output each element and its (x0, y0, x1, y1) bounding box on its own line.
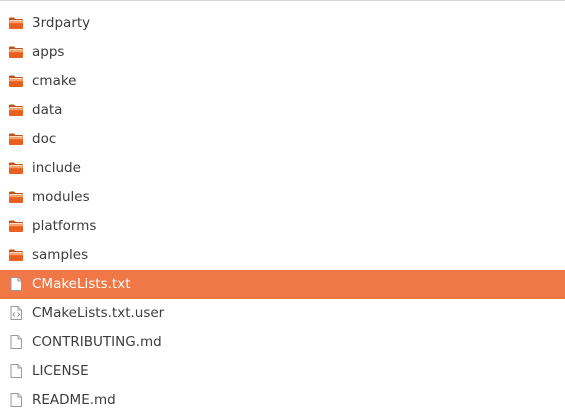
folder-icon (8, 102, 24, 118)
folder-icon (8, 15, 24, 31)
folder-icon (8, 131, 24, 147)
file-row-modules[interactable]: modules (0, 183, 565, 212)
file-name: CMakeLists.txt (32, 276, 131, 292)
file-row-license[interactable]: LICENSE (0, 357, 565, 386)
file-list: 3rdparty apps cmake data doc include mod… (0, 0, 565, 413)
xml-file-icon (8, 305, 24, 321)
file-row-cmake[interactable]: cmake (0, 67, 565, 96)
file-row-doc[interactable]: doc (0, 125, 565, 154)
folder-icon (8, 218, 24, 234)
folder-icon (8, 247, 24, 263)
file-row-apps[interactable]: apps (0, 38, 565, 67)
file-row-samples[interactable]: samples (0, 241, 565, 270)
file-name: cmake (32, 73, 77, 89)
text-file-icon (8, 334, 24, 350)
file-name: README.md (32, 392, 116, 408)
file-name: apps (32, 44, 65, 60)
file-name: platforms (32, 218, 97, 234)
file-row-cmakelists-txt-user[interactable]: CMakeLists.txt.user (0, 299, 565, 328)
file-row-contributing-md[interactable]: CONTRIBUTING.md (0, 328, 565, 357)
file-row-include[interactable]: include (0, 154, 565, 183)
file-name: include (32, 160, 81, 176)
file-name: CONTRIBUTING.md (32, 334, 162, 350)
file-row-3rdparty[interactable]: 3rdparty (0, 9, 565, 38)
file-name: 3rdparty (32, 15, 91, 31)
file-name: CMakeLists.txt.user (32, 305, 165, 321)
folder-icon (8, 160, 24, 176)
text-file-icon (8, 392, 24, 408)
text-file-icon (8, 276, 24, 292)
file-name: doc (32, 131, 57, 147)
file-name: samples (32, 247, 89, 263)
folder-icon (8, 73, 24, 89)
file-row-cmakelists-txt[interactable]: CMakeLists.txt (0, 270, 565, 299)
file-name: data (32, 102, 63, 118)
folder-icon (8, 189, 24, 205)
file-name: LICENSE (32, 363, 89, 379)
text-file-icon (8, 363, 24, 379)
file-row-platforms[interactable]: platforms (0, 212, 565, 241)
file-row-data[interactable]: data (0, 96, 565, 125)
folder-icon (8, 44, 24, 60)
file-row-readme-md[interactable]: README.md (0, 386, 565, 415)
file-name: modules (32, 189, 90, 205)
